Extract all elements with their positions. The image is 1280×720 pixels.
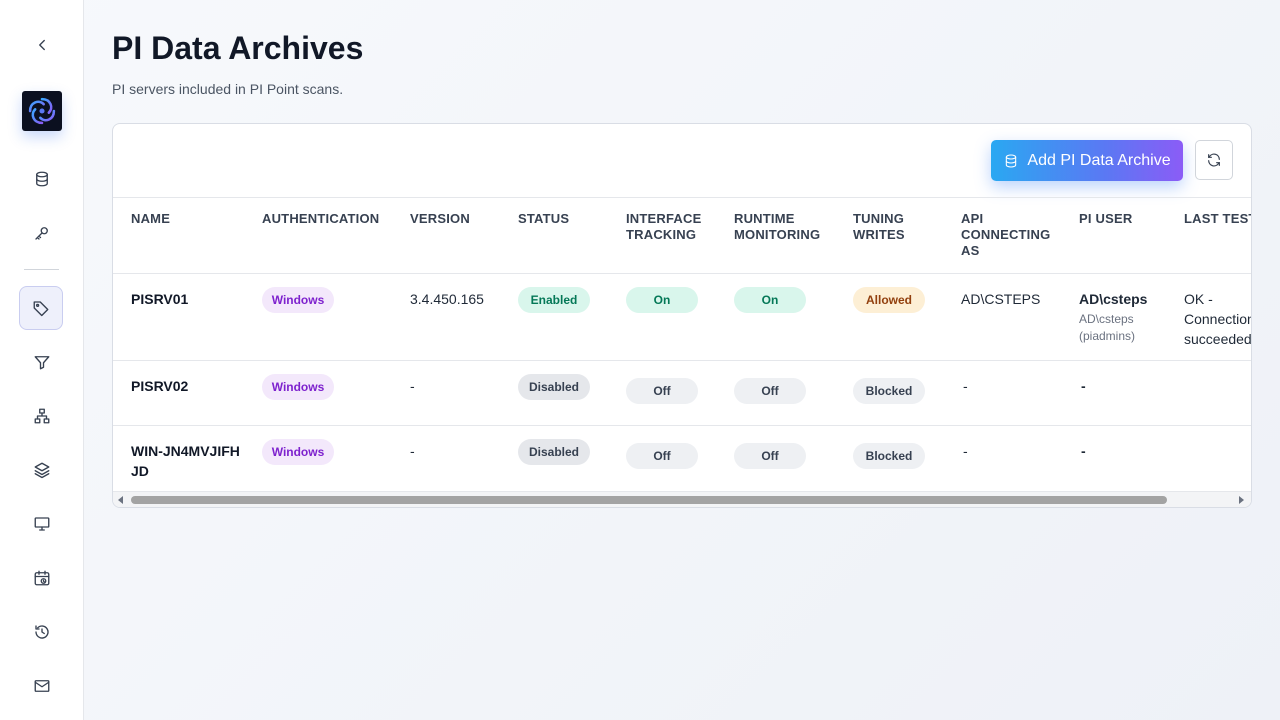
refresh-button[interactable]	[1195, 140, 1233, 180]
auth-badge: Windows	[262, 287, 334, 313]
interface-tracking-badge: On	[626, 287, 698, 313]
refresh-icon	[1208, 153, 1220, 167]
interface-tracking-badge: Off	[626, 378, 698, 404]
page-subtitle: PI servers included in PI Point scans.	[112, 81, 344, 97]
page-title: PI Data Archives	[112, 30, 364, 66]
status-badge: Disabled	[518, 439, 590, 465]
runtime-monitoring-badge: Off	[734, 443, 806, 469]
cell-api-connecting-as: AD\CSTEPS	[961, 291, 1041, 307]
cell-name[interactable]: PISRV02	[131, 376, 188, 396]
header-pi-user[interactable]: PI USER	[1079, 211, 1132, 227]
sidebar-item-schedule[interactable]	[20, 556, 64, 600]
add-button-label: Add PI Data Archive	[1027, 151, 1171, 169]
app-logo[interactable]	[22, 91, 62, 131]
cell-pi-user-detail: AD\csteps (piadmins)	[1079, 312, 1136, 343]
tag-icon	[33, 301, 49, 317]
header-version[interactable]: VERSION	[410, 211, 470, 227]
key-icon	[35, 227, 48, 240]
auth-badge: Windows	[262, 374, 334, 400]
tuning-writes-badge: Blocked	[853, 378, 925, 404]
monitor-icon	[34, 517, 50, 531]
filter-icon	[34, 356, 50, 370]
sidebar-item-tags[interactable]	[19, 286, 63, 330]
interface-tracking-badge: Off	[626, 443, 698, 469]
sidebar-item-history[interactable]	[20, 610, 64, 654]
table-row[interactable]: PISRV01 Windows 3.4.450.165 Enabled On O…	[113, 273, 1251, 361]
sidebar-item-layers[interactable]	[20, 448, 64, 492]
header-last-test[interactable]: LAST TEST	[1184, 211, 1251, 227]
tuning-writes-badge: Blocked	[853, 443, 925, 469]
cell-name[interactable]: PISRV01	[131, 289, 188, 309]
cell-version: -	[410, 378, 415, 394]
database-icon	[36, 171, 48, 187]
hierarchy-icon	[34, 408, 50, 424]
scroll-left-icon[interactable]	[118, 496, 123, 504]
header-authentication[interactable]: AUTHENTICATION	[262, 211, 379, 227]
header-runtime-monitoring[interactable]: RUNTIME MONITORING	[734, 211, 826, 243]
status-badge: Disabled	[518, 374, 590, 400]
cell-pi-user: -	[1081, 443, 1086, 459]
archives-table: NAME AUTHENTICATION VERSION STATUS INTER…	[113, 197, 1251, 492]
database-icon	[1006, 153, 1017, 168]
cell-pi-user: -	[1081, 378, 1086, 394]
horizontal-scrollbar[interactable]	[113, 491, 1251, 507]
cell-pi-user: AD\csteps	[1079, 291, 1148, 307]
sidebar-item-monitor[interactable]	[20, 502, 64, 546]
sidebar-item-filters[interactable]	[20, 340, 64, 384]
header-tuning-writes[interactable]: TUNING WRITES	[853, 211, 923, 243]
header-status[interactable]: STATUS	[518, 211, 569, 227]
scroll-right-icon[interactable]	[1239, 496, 1244, 504]
mail-icon	[34, 680, 50, 692]
sidebar-item-keys[interactable]	[20, 211, 64, 255]
layers-icon	[34, 462, 50, 479]
auth-badge: Windows	[262, 439, 334, 465]
cell-version: -	[410, 443, 415, 459]
header-api-connecting-as[interactable]: API CONNECTING AS	[961, 211, 1053, 259]
swirl-logo-icon	[28, 97, 56, 125]
sidebar-item-database[interactable]	[20, 157, 64, 201]
runtime-monitoring-badge: On	[734, 287, 806, 313]
add-pi-data-archive-button[interactable]: Add PI Data Archive	[991, 140, 1183, 181]
chevron-left-icon[interactable]	[20, 23, 64, 67]
cell-name[interactable]: WIN-JN4MVJIFHJD	[131, 441, 241, 481]
sidebar-item-mail[interactable]	[20, 664, 64, 708]
scrollbar-thumb[interactable]	[131, 496, 1167, 504]
sidebar-item-hierarchy[interactable]	[20, 394, 64, 438]
runtime-monitoring-badge: Off	[734, 378, 806, 404]
header-name[interactable]: NAME	[131, 211, 170, 227]
sidebar-divider	[24, 269, 59, 270]
archives-card: Add PI Data Archive NAME AUTHENTICATION …	[112, 123, 1252, 508]
tuning-writes-badge: Allowed	[853, 287, 925, 313]
history-icon	[35, 625, 49, 639]
cell-api-connecting-as: -	[963, 378, 968, 394]
header-interface-tracking[interactable]: INTERFACE TRACKING	[626, 211, 706, 243]
status-badge: Enabled	[518, 287, 590, 313]
cell-last-test: OK - Connection succeeded	[1184, 291, 1251, 347]
cell-version: 3.4.450.165	[410, 291, 484, 307]
calendar-clock-icon	[34, 570, 50, 586]
table-row[interactable]: PISRV02 Windows - Disabled Off Off Block…	[113, 360, 1251, 426]
cell-api-connecting-as: -	[963, 443, 968, 459]
table-row[interactable]: WIN-JN4MVJIFHJD Windows - Disabled Off O…	[113, 425, 1251, 492]
sidebar	[0, 0, 84, 720]
